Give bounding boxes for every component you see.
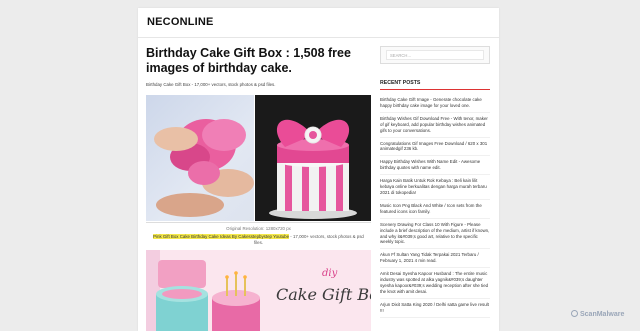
- post-intro: Birthday Cake Gift Box - 17,000+ vectors…: [146, 82, 276, 87]
- image-pink-bow-cake: [255, 95, 371, 221]
- main-content: Birthday Cake Gift Box : 1,508 free imag…: [146, 46, 371, 331]
- page-container: NECONLINE Birthday Cake Gift Box : 1,508…: [138, 8, 499, 331]
- recent-post-link[interactable]: Congratulations Gif Images Free Download…: [380, 138, 490, 157]
- recent-post-link[interactable]: Akun Ff Sultan Yang Tidak Terpakai 2021 …: [380, 249, 490, 269]
- scanmalware-logo-icon: [571, 310, 578, 317]
- image-text-diy: diy: [322, 268, 338, 279]
- post-image-diy-cake-gift-box[interactable]: diy Cake Gift Box: [146, 250, 371, 331]
- recent-post-link[interactable]: Arjun Dixit Satta King 2020 / Delhi satt…: [380, 299, 490, 318]
- recent-post-link[interactable]: Harga Kain Batik Untuk Rok Kebaya : Beli…: [380, 175, 490, 200]
- scanmalware-watermark: ScanMalware: [571, 310, 624, 318]
- image-resolution-caption: Original Resolution: 1280x720 px: [226, 226, 291, 231]
- image-hands-fondant-bow: [146, 95, 254, 221]
- recent-posts-heading: RECENT POSTS: [380, 80, 490, 90]
- image-source-link[interactable]: Pink Gift Box Cake Birthday Cake Ideas B…: [153, 234, 290, 239]
- recent-post-link[interactable]: Birthday Cake Gift Image - Generate choc…: [380, 94, 490, 113]
- site-logo[interactable]: NECONLINE: [147, 16, 499, 28]
- search-box: SEARCH...: [380, 46, 490, 64]
- image-source-caption: Pink Gift Box Cake Birthday Cake Ideas B…: [146, 234, 371, 246]
- site-header: NECONLINE: [138, 8, 499, 38]
- recent-post-link[interactable]: Scenery Drawing For Class 10 With Figure…: [380, 219, 490, 250]
- sidebar: SEARCH... RECENT POSTS Birthday Cake Gif…: [380, 46, 490, 318]
- recent-posts-list: Birthday Cake Gift Image - Generate choc…: [380, 94, 490, 318]
- search-input[interactable]: SEARCH...: [386, 50, 484, 60]
- post-title: Birthday Cake Gift Box : 1,508 free imag…: [146, 46, 351, 75]
- post-image-gift-box-cake[interactable]: [146, 95, 371, 223]
- image-text-cake-gift-box: Cake Gift Box: [276, 285, 371, 304]
- recent-post-link[interactable]: Amit Desai Syesha Kapoor Husband : The e…: [380, 268, 490, 299]
- recent-post-link[interactable]: Music Icon Png Black And White / Icon se…: [380, 200, 490, 219]
- recent-post-link[interactable]: Birthday Wishes Gif Download Free - With…: [380, 113, 490, 138]
- recent-post-link[interactable]: Happy Birthday Wishes With Name Edit - A…: [380, 156, 490, 176]
- watermark-text: ScanMalware: [580, 311, 625, 318]
